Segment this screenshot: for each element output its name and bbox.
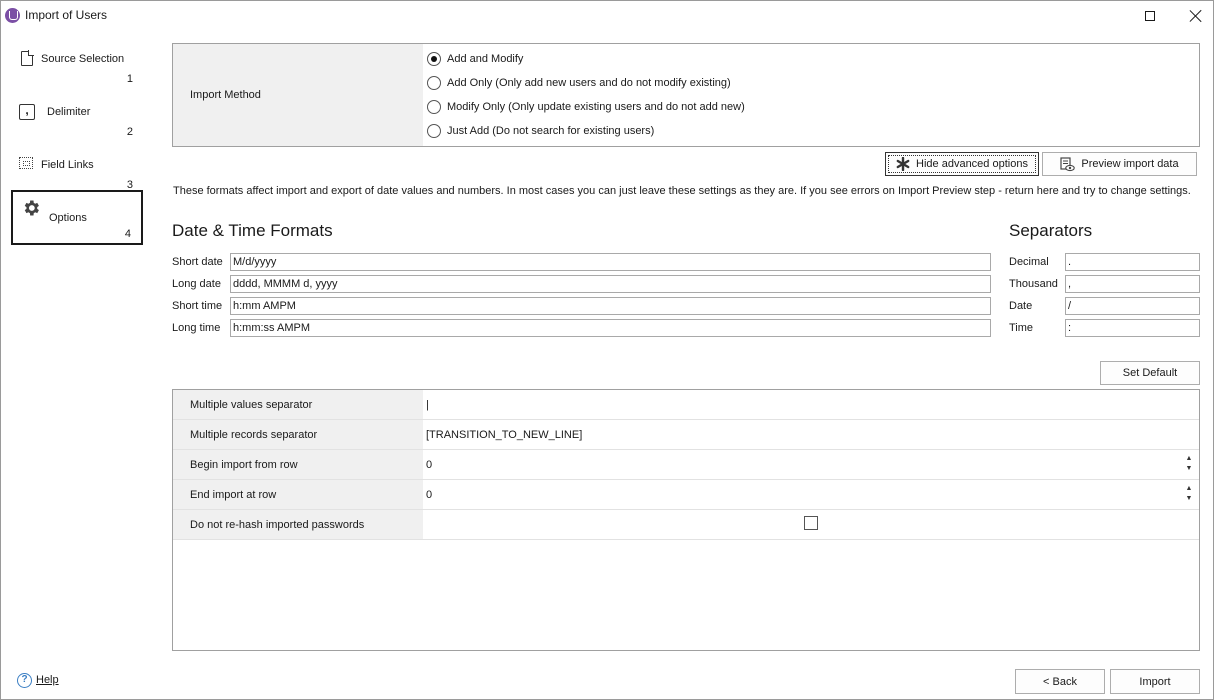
decimal-label: Decimal [1009, 256, 1049, 268]
row-key: Begin import from row [173, 450, 423, 479]
spin-up-icon[interactable]: ▲ [1185, 484, 1193, 494]
preview-import-data-button[interactable]: Preview import data [1042, 152, 1197, 176]
date-separator-label: Date [1009, 300, 1032, 312]
radio-button[interactable] [427, 100, 441, 114]
close-button[interactable] [1173, 1, 1214, 31]
table-row: Do not re-hash imported passwords [173, 510, 1199, 540]
decimal-input[interactable]: . [1065, 253, 1200, 271]
radio-just-add[interactable]: Just Add (Do not search for existing use… [427, 122, 654, 140]
multiple-records-separator-input[interactable]: [TRANSITION_TO_NEW_LINE] [426, 429, 582, 441]
no-rehash-passwords-checkbox[interactable] [804, 516, 818, 530]
title-bar [1, 1, 1213, 31]
preview-icon [1060, 157, 1075, 172]
table-row: Multiple values separator | [173, 390, 1199, 420]
multiple-values-separator-input[interactable]: | [426, 399, 429, 411]
spin-buttons[interactable]: ▲▼ [1185, 454, 1193, 474]
formats-note: These formats affect import and export o… [173, 185, 1203, 198]
radio-button[interactable] [427, 124, 441, 138]
import-button[interactable]: Import [1110, 669, 1200, 694]
step-label: Source Selection [41, 53, 124, 65]
app-logo-icon [5, 8, 20, 23]
row-key: Multiple records separator [173, 420, 423, 449]
separators-heading: Separators [1009, 221, 1092, 241]
step-number: 4 [125, 228, 131, 240]
radio-add-and-modify[interactable]: Add and Modify [427, 50, 523, 68]
sidebar-step-delimiter[interactable]: , Delimiter 2 [11, 96, 143, 148]
short-date-input[interactable]: M/d/yyyy [230, 253, 991, 271]
spin-down-icon[interactable]: ▼ [1185, 494, 1193, 504]
short-date-label: Short date [172, 256, 223, 268]
radio-label: Add and Modify [447, 53, 523, 65]
row-label: Multiple values separator [190, 399, 312, 411]
document-icon [21, 51, 33, 66]
spin-buttons[interactable]: ▲▼ [1185, 484, 1193, 504]
short-time-label: Short time [172, 300, 222, 312]
table-row: Begin import from row 0 ▲▼ [173, 450, 1199, 480]
button-label: Preview import data [1081, 158, 1178, 170]
step-number: 1 [127, 73, 133, 85]
radio-label: Just Add (Do not search for existing use… [447, 125, 654, 137]
maximize-button[interactable] [1127, 1, 1173, 31]
field-links-icon [19, 157, 33, 169]
long-date-label: Long date [172, 278, 221, 290]
button-label: Hide advanced options [916, 158, 1028, 170]
options-grid: Multiple values separator | Multiple rec… [172, 389, 1200, 651]
thousand-input[interactable]: , [1065, 275, 1200, 293]
date-time-heading: Date & Time Formats [172, 221, 333, 241]
close-icon [1190, 10, 1202, 22]
date-separator-input[interactable]: / [1065, 297, 1200, 315]
row-label: End import at row [190, 489, 276, 501]
back-button[interactable]: < Back [1015, 669, 1105, 694]
sidebar-step-options[interactable]: Options 4 [11, 190, 143, 245]
row-key: Do not re-hash imported passwords [173, 510, 423, 539]
asterisk-icon [896, 157, 910, 171]
time-separator-input[interactable]: : [1065, 319, 1200, 337]
delimiter-icon: , [19, 104, 35, 120]
radio-add-only[interactable]: Add Only (Only add new users and do not … [427, 74, 731, 92]
import-method-panel: Import Method Add and Modify Add Only (O… [172, 43, 1200, 147]
import-method-label-cell: Import Method [173, 44, 423, 146]
row-key: Multiple values separator [173, 390, 423, 419]
begin-import-row-input[interactable]: 0 [426, 459, 432, 471]
radio-label: Add Only (Only add new users and do not … [447, 77, 731, 89]
step-number: 2 [127, 126, 133, 138]
row-key: End import at row [173, 480, 423, 509]
row-label: Begin import from row [190, 459, 298, 471]
radio-modify-only[interactable]: Modify Only (Only update existing users … [427, 98, 745, 116]
long-date-input[interactable]: dddd, MMMM d, yyyy [230, 275, 991, 293]
spin-down-icon[interactable]: ▼ [1185, 464, 1193, 474]
window-title: Import of Users [25, 8, 107, 22]
gear-icon [21, 198, 41, 218]
end-import-row-input[interactable]: 0 [426, 489, 432, 501]
long-time-input[interactable]: h:mm:ss AMPM [230, 319, 991, 337]
radio-button[interactable] [427, 52, 441, 66]
help-link[interactable]: Help [36, 674, 59, 686]
sidebar-step-source-selection[interactable]: Source Selection 1 [11, 43, 143, 95]
table-row: Multiple records separator [TRANSITION_T… [173, 420, 1199, 450]
hide-advanced-options-button[interactable]: Hide advanced options [885, 152, 1039, 176]
step-label: Delimiter [47, 106, 90, 118]
time-separator-label: Time [1009, 322, 1033, 334]
help-icon[interactable]: ? [17, 673, 32, 688]
radio-label: Modify Only (Only update existing users … [447, 101, 745, 113]
row-label: Do not re-hash imported passwords [190, 519, 364, 531]
spin-up-icon[interactable]: ▲ [1185, 454, 1193, 464]
short-time-input[interactable]: h:mm AMPM [230, 297, 991, 315]
radio-button[interactable] [427, 76, 441, 90]
thousand-label: Thousand [1009, 278, 1058, 290]
import-method-label: Import Method [190, 89, 261, 101]
step-label: Field Links [41, 159, 94, 171]
row-label: Multiple records separator [190, 429, 317, 441]
table-row: End import at row 0 ▲▼ [173, 480, 1199, 510]
step-label: Options [49, 212, 87, 224]
set-default-button[interactable]: Set Default [1100, 361, 1200, 385]
long-time-label: Long time [172, 322, 220, 334]
maximize-icon [1145, 11, 1155, 21]
